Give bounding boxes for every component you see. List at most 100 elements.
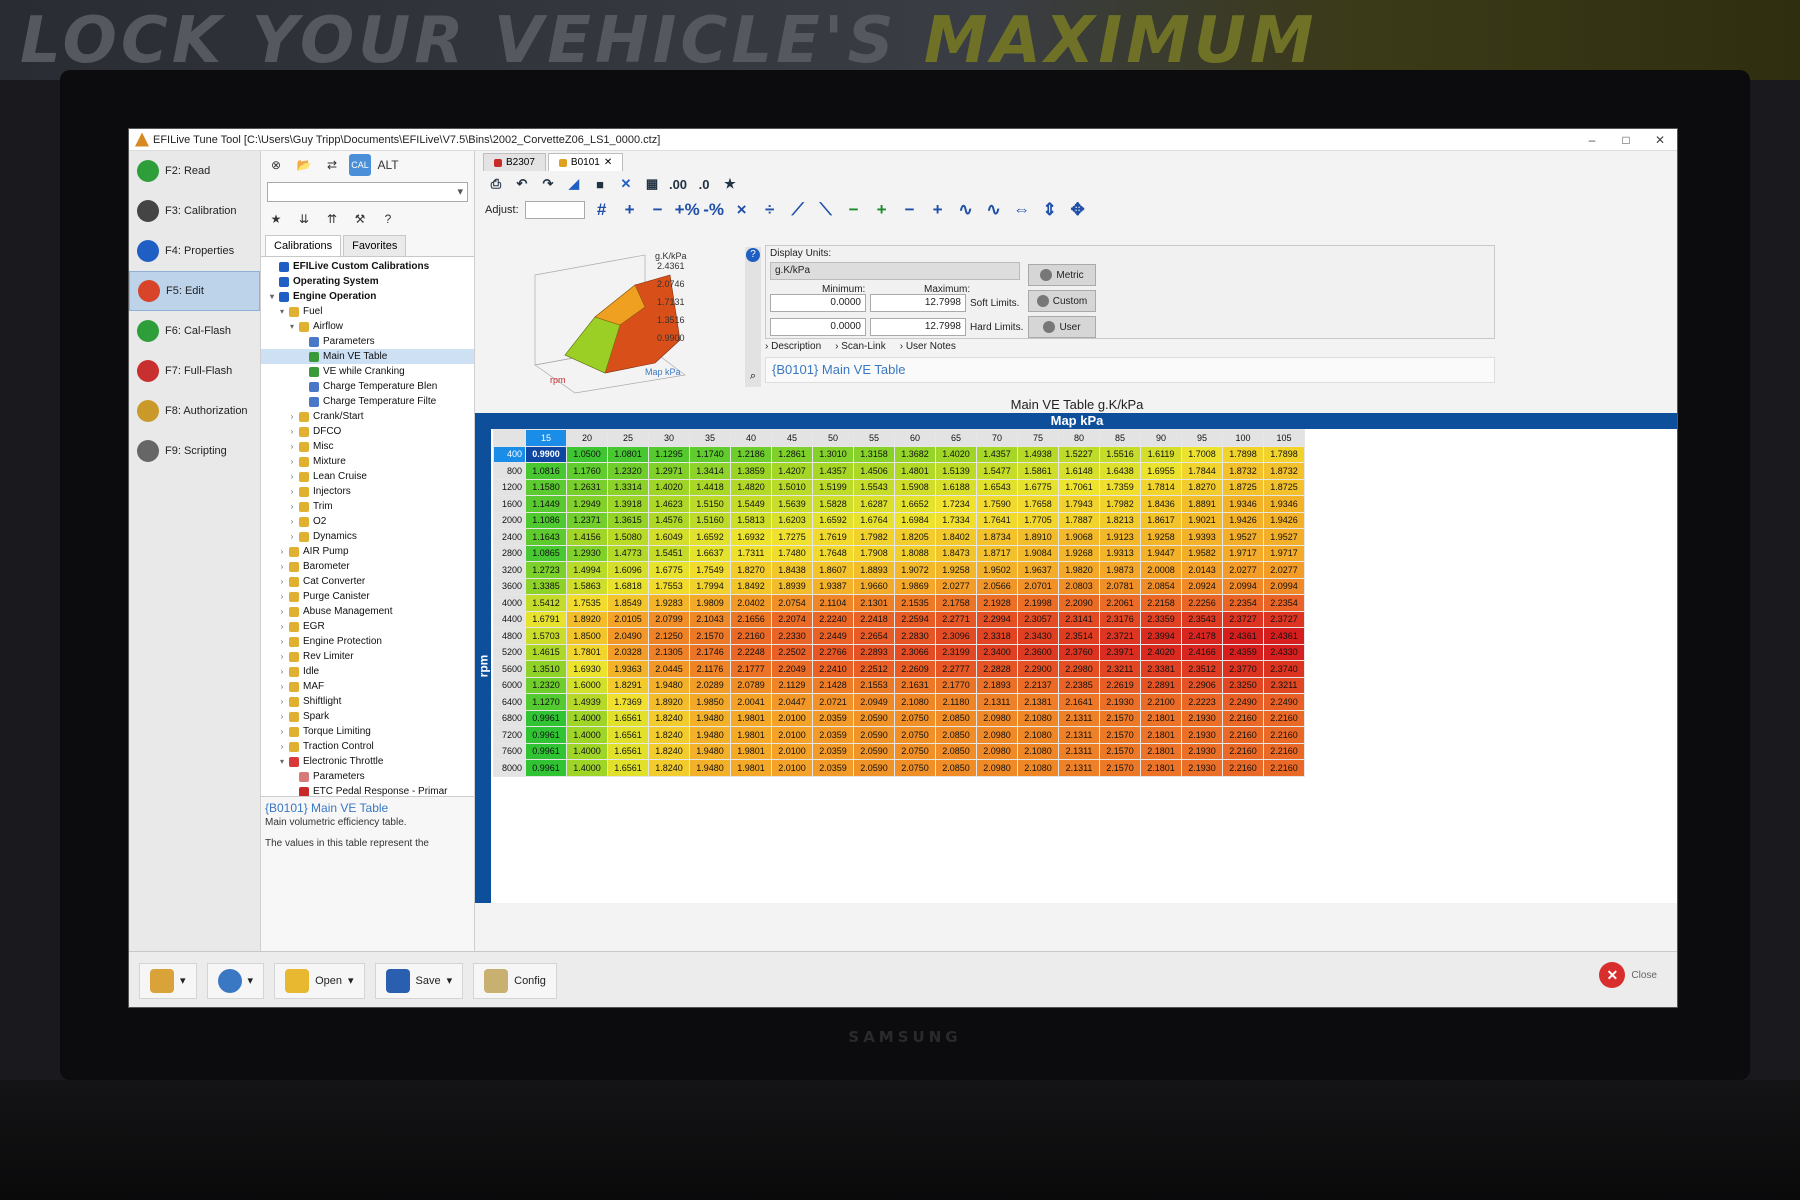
expand-toggle-icon[interactable]: ▾ <box>277 757 287 766</box>
table-cell[interactable]: 2.1570 <box>1099 709 1141 727</box>
table-cell[interactable]: 1.6791 <box>525 610 567 628</box>
table-cell[interactable]: 2.1758 <box>935 594 977 612</box>
table-cell[interactable]: 2.3400 <box>976 643 1018 661</box>
table-cell[interactable]: 2.1930 <box>1099 693 1141 711</box>
table-cell[interactable]: 1.6049 <box>648 528 690 546</box>
table-cell[interactable]: 1.5516 <box>1099 445 1141 463</box>
table-cell[interactable]: 1.8213 <box>1099 511 1141 529</box>
table-cell[interactable]: 1.7943 <box>1058 495 1100 513</box>
table-cell[interactable]: 1.9426 <box>1263 511 1305 529</box>
expand-toggle-icon[interactable]: ▾ <box>287 322 297 331</box>
table-cell[interactable]: 1.7008 <box>1181 445 1223 463</box>
table-cell[interactable]: 1.3510 <box>525 660 567 678</box>
table-cell[interactable]: 1.9363 <box>607 660 649 678</box>
nav-item-f8[interactable]: F8: Authorization <box>129 391 260 431</box>
table-cell[interactable]: 2.0721 <box>812 693 854 711</box>
table-cell[interactable]: 1.9283 <box>648 594 690 612</box>
column-header[interactable]: 65 <box>935 429 977 447</box>
close-button[interactable]: ✕ Close <box>1599 962 1657 988</box>
table-cell[interactable]: 1.7898 <box>1222 445 1264 463</box>
column-header[interactable]: 95 <box>1181 429 1223 447</box>
table-cell[interactable]: 1.6775 <box>648 561 690 579</box>
table-cell[interactable]: 1.9021 <box>1181 511 1223 529</box>
table-cell[interactable]: 1.6203 <box>771 511 813 529</box>
table-cell[interactable]: 2.2980 <box>1058 660 1100 678</box>
expand-toggle-icon[interactable]: › <box>277 577 287 586</box>
table-cell[interactable]: 1.6561 <box>607 742 649 760</box>
expand-toggle-icon[interactable]: › <box>277 697 287 706</box>
swap-icon[interactable]: ⇄ <box>321 154 343 176</box>
table-cell[interactable]: 2.1180 <box>935 693 977 711</box>
table-cell[interactable]: 2.0402 <box>730 594 772 612</box>
undo-icon[interactable]: ↶ <box>511 176 533 192</box>
table-cell[interactable]: 2.2594 <box>894 610 936 628</box>
table-cell[interactable]: 2.1777 <box>730 660 772 678</box>
table-cell[interactable]: 1.8732 <box>1263 462 1305 480</box>
row-header[interactable]: 3600 <box>493 577 526 595</box>
table-cell[interactable]: 2.2490 <box>1263 693 1305 711</box>
table-cell[interactable]: 2.1770 <box>935 676 977 694</box>
table-cell[interactable]: 1.9123 <box>1099 528 1141 546</box>
table-cell[interactable]: 2.3600 <box>1017 643 1059 661</box>
table-cell[interactable]: 1.4000 <box>566 709 608 727</box>
table-cell[interactable]: 2.3141 <box>1058 610 1100 628</box>
tree-node[interactable]: › Injectors <box>261 484 474 499</box>
tab-b2307[interactable]: B2307 <box>483 153 546 171</box>
table-cell[interactable]: 2.3066 <box>894 643 936 661</box>
table-cell[interactable]: 2.2900 <box>1017 660 1059 678</box>
table-cell[interactable]: 1.8725 <box>1222 478 1264 496</box>
open-button[interactable]: Open ▾ <box>274 962 365 999</box>
tree-node[interactable]: ETC Pedal Response - Primar <box>261 784 474 796</box>
nav-item-f2[interactable]: F2: Read <box>129 151 260 191</box>
column-header[interactable]: 105 <box>1263 429 1305 447</box>
table-cell[interactable]: 1.4357 <box>976 445 1018 463</box>
table-cell[interactable]: 2.0980 <box>976 742 1018 760</box>
table-cell[interactable]: 2.0359 <box>812 742 854 760</box>
table-cell[interactable]: 2.3994 <box>1140 627 1182 645</box>
row-header[interactable]: 4800 <box>493 627 526 645</box>
table-cell[interactable]: 1.6955 <box>1140 462 1182 480</box>
table-cell[interactable]: 2.2830 <box>894 627 936 645</box>
table-cell[interactable]: 2.1930 <box>1181 726 1223 744</box>
table-cell[interactable]: 1.9717 <box>1263 544 1305 562</box>
table-cell[interactable]: 0.9961 <box>525 726 567 744</box>
display-units-select[interactable]: g.K/kPa <box>770 262 1020 280</box>
table-cell[interactable]: 2.0100 <box>771 709 813 727</box>
table-cell[interactable]: 1.9480 <box>648 676 690 694</box>
table-cell[interactable]: 1.8088 <box>894 544 936 562</box>
column-header[interactable]: 90 <box>1140 429 1182 447</box>
table-cell[interactable]: 2.0701 <box>1017 577 1059 595</box>
user-button[interactable]: User <box>1028 316 1096 338</box>
table-cell[interactable]: 1.7898 <box>1263 445 1305 463</box>
row-header[interactable]: 7200 <box>493 726 526 744</box>
table-cell[interactable]: 2.1104 <box>812 594 854 612</box>
row-header[interactable]: 5200 <box>493 643 526 661</box>
table-cell[interactable]: 2.2160 <box>730 627 772 645</box>
nav-item-f5[interactable]: F5: Edit <box>129 271 260 311</box>
table-cell[interactable]: 2.2893 <box>853 643 895 661</box>
table-cell[interactable]: 2.0590 <box>853 742 895 760</box>
column-header[interactable]: 50 <box>812 429 854 447</box>
cross-icon[interactable]: ✕ <box>615 176 637 192</box>
table-cell[interactable]: 1.4820 <box>730 478 772 496</box>
subtract-icon[interactable]: − <box>647 200 669 220</box>
table-cell[interactable]: 1.4207 <box>771 462 813 480</box>
row-header[interactable]: 400 <box>493 445 526 463</box>
table-cell[interactable]: 2.3430 <box>1017 627 1059 645</box>
table-cell[interactable]: 2.0590 <box>853 759 895 777</box>
table-cell[interactable]: 2.2994 <box>976 610 1018 628</box>
table-cell[interactable]: 1.6764 <box>853 511 895 529</box>
row-header[interactable]: 4400 <box>493 610 526 628</box>
table-cell[interactable]: 2.0854 <box>1140 577 1182 595</box>
table-cell[interactable]: 2.0100 <box>771 759 813 777</box>
table-cell[interactable]: 1.8205 <box>894 528 936 546</box>
table-cell[interactable]: 1.8617 <box>1140 511 1182 529</box>
table-cell[interactable]: 1.7275 <box>771 528 813 546</box>
table-cell[interactable]: 1.5908 <box>894 478 936 496</box>
table-cell[interactable]: 1.8607 <box>812 561 854 579</box>
table-cell[interactable]: 2.4359 <box>1222 643 1264 661</box>
tree-node[interactable]: › Idle <box>261 664 474 679</box>
table-cell[interactable]: 2.1570 <box>1099 726 1141 744</box>
table-cell[interactable]: 1.7982 <box>1099 495 1141 513</box>
table-cell[interactable]: 1.7480 <box>771 544 813 562</box>
